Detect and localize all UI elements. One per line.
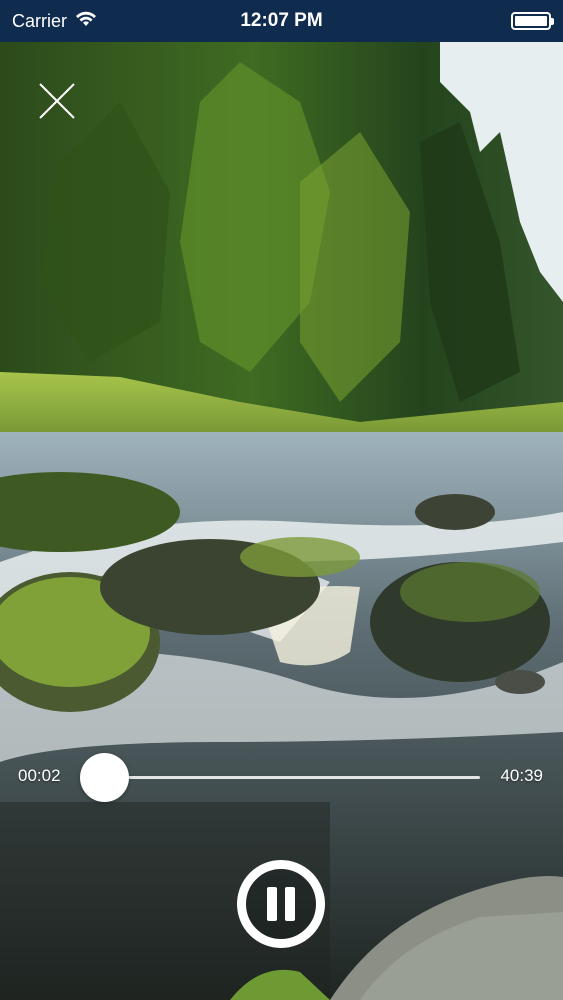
pause-icon-bar-left <box>267 887 277 921</box>
seek-bar-thumb[interactable] <box>80 753 129 802</box>
nature-scene-image <box>0 42 563 1000</box>
status-left: Carrier <box>12 11 97 32</box>
battery-level <box>515 16 547 26</box>
total-duration: 40:39 <box>500 766 543 785</box>
pause-button[interactable] <box>237 860 325 948</box>
pause-icon-bar-right <box>285 887 295 921</box>
status-bar: Carrier 12:07 PM <box>0 0 563 42</box>
pause-icon <box>267 887 295 921</box>
elapsed-time: 00:02 <box>18 766 61 785</box>
battery-full-icon <box>511 12 554 30</box>
close-icon <box>39 83 75 119</box>
wifi-icon <box>75 11 97 32</box>
carrier-label: Carrier <box>12 10 68 31</box>
video-frame <box>0 42 563 1000</box>
close-button[interactable] <box>36 80 78 122</box>
seek-bar[interactable] <box>104 776 480 779</box>
